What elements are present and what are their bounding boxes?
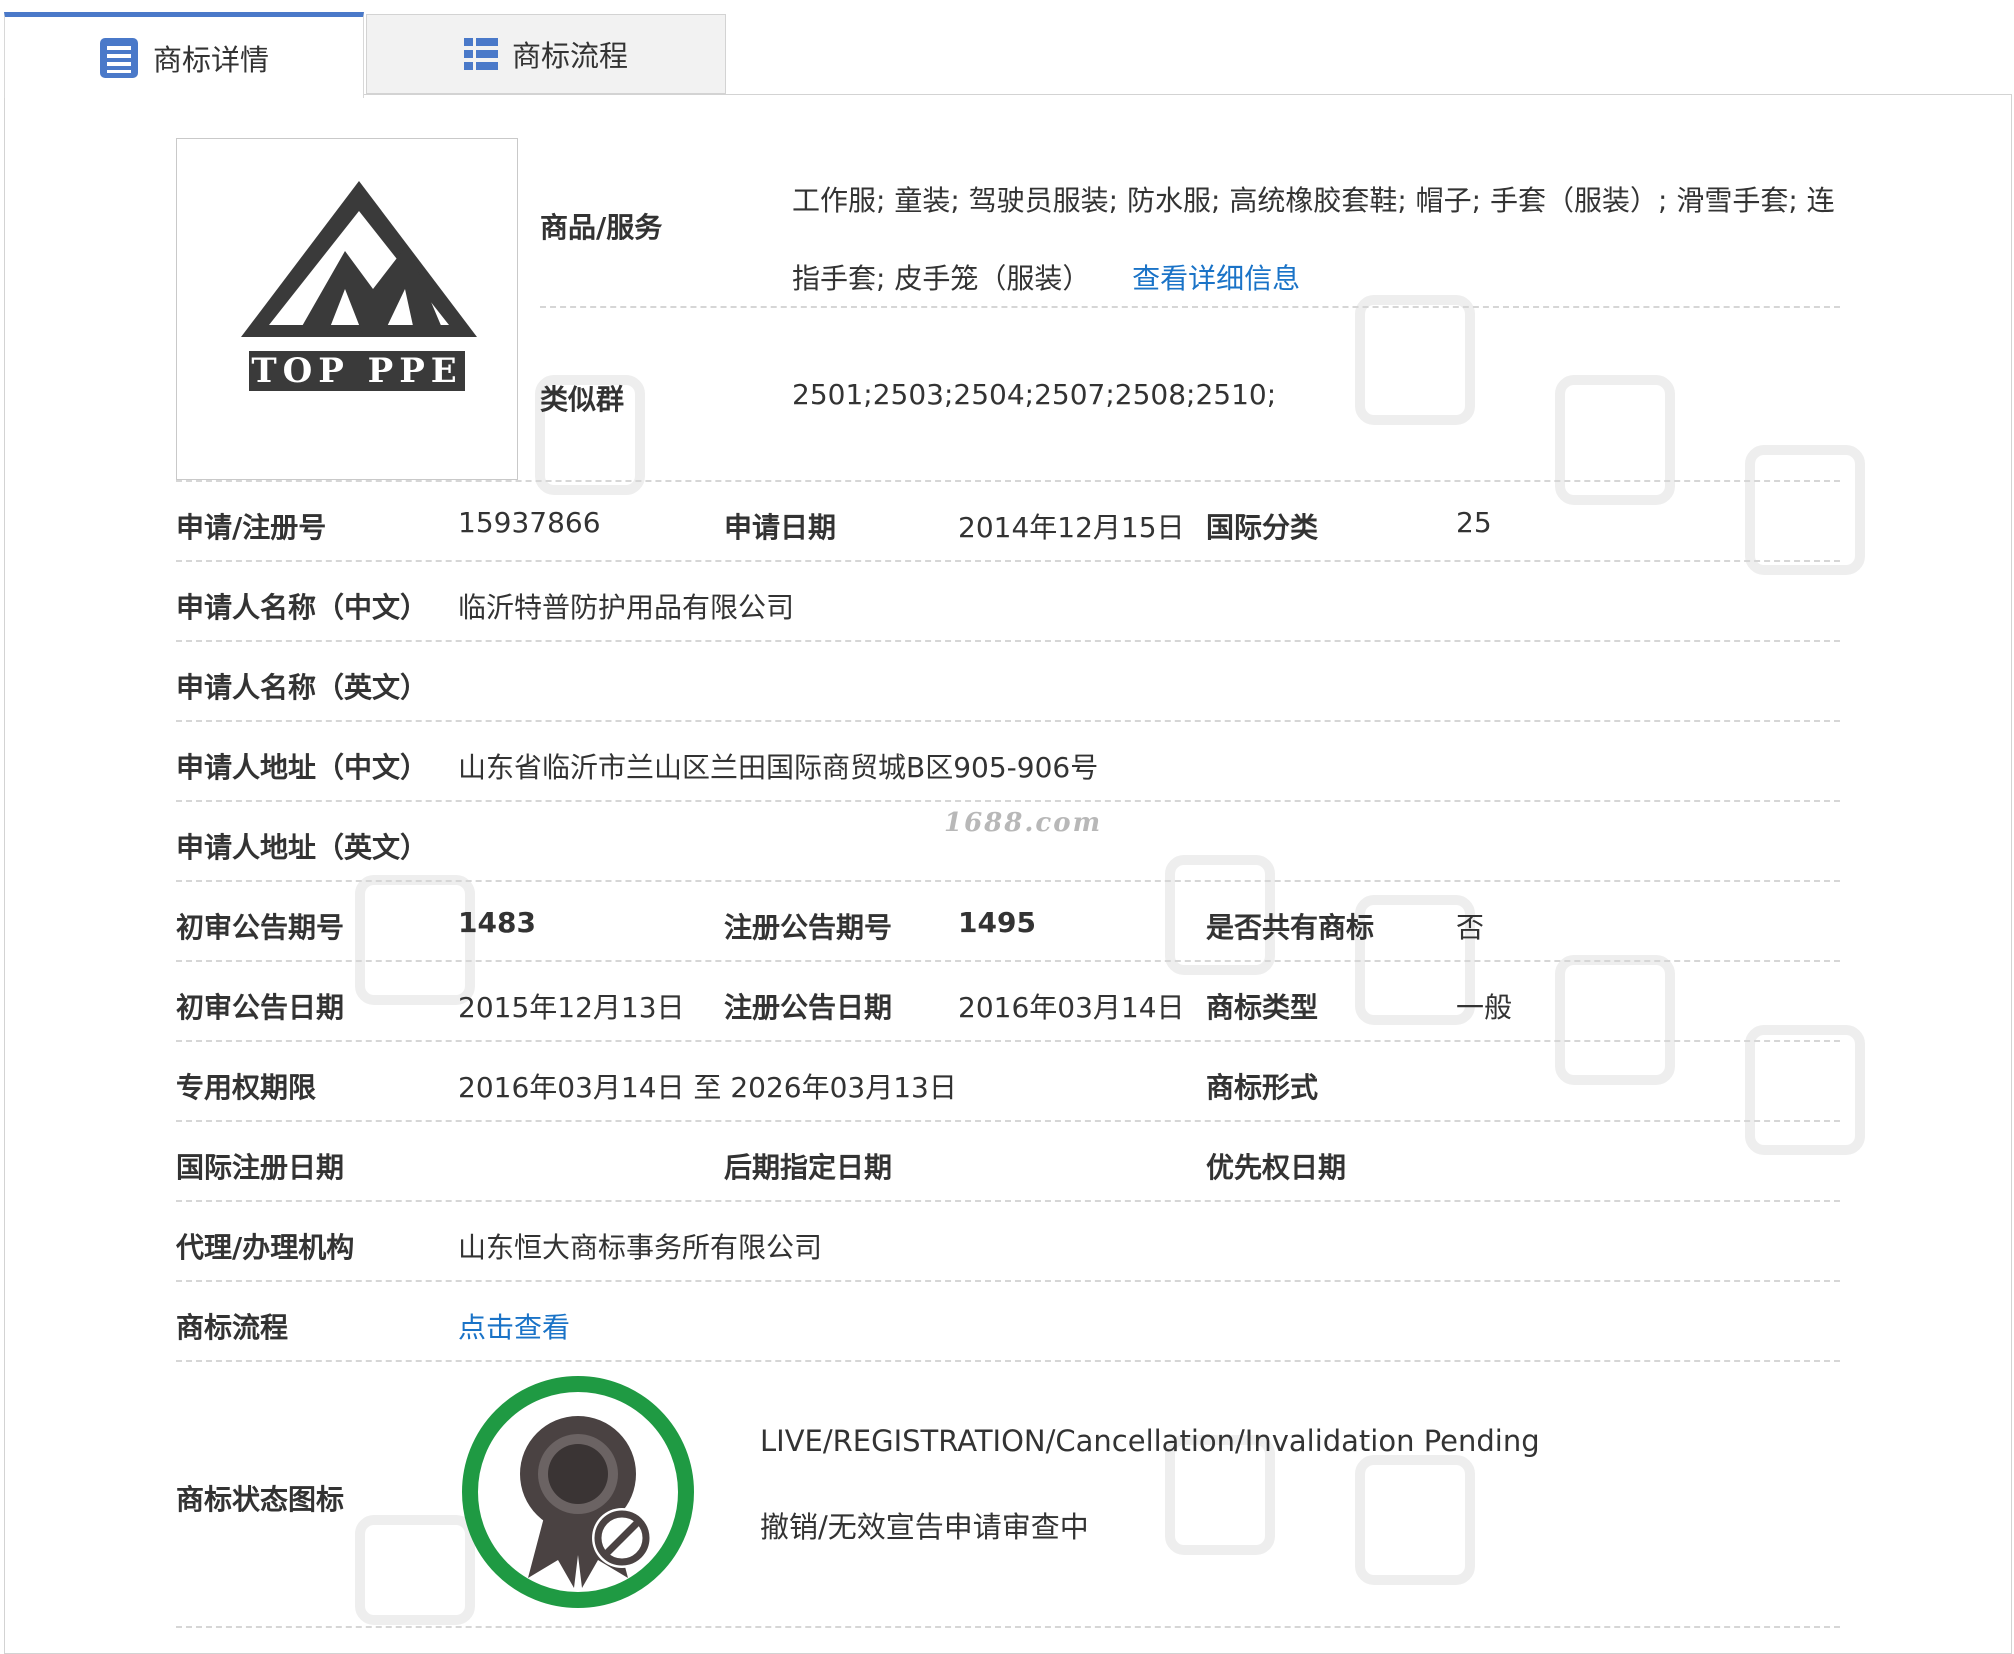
tm-type-label: 商标类型 xyxy=(1206,991,1319,1024)
divider xyxy=(176,1200,1840,1202)
intl-reg-date-label: 国际注册日期 xyxy=(176,1151,345,1184)
reg-no-label: 申请/注册号 xyxy=(176,511,327,544)
agent-value: 山东恒大商标事务所有限公司 xyxy=(458,1231,823,1264)
address-en-label: 申请人地址（英文） xyxy=(176,831,429,864)
applicant-cn-value: 临沂特普防护用品有限公司 xyxy=(458,591,795,624)
logo-text: TOP PPE xyxy=(249,351,465,391)
divider xyxy=(176,960,1840,962)
process-link[interactable]: 点击查看 xyxy=(458,1306,570,1346)
tm-type-value: 一般 xyxy=(1456,991,1513,1024)
status-cn-text: 撤销/无效宣告申请审查中 xyxy=(760,1510,1089,1544)
intl-class-label: 国际分类 xyxy=(1206,511,1319,544)
divider xyxy=(176,560,1840,562)
list-doc-icon xyxy=(99,37,138,78)
address-cn-label: 申请人地址（中文） xyxy=(176,751,429,784)
reg-date-label: 注册公告日期 xyxy=(724,991,893,1024)
reg-date-value: 2016年03月14日 xyxy=(958,991,1185,1024)
prelim-date-label: 初审公告日期 xyxy=(176,991,345,1024)
address-cn-value: 山东省临沂市兰山区兰田国际商贸城B区905-906号 xyxy=(458,751,1099,784)
divider xyxy=(176,880,1840,882)
award-cancel-icon xyxy=(520,1416,652,1588)
divider xyxy=(176,1120,1840,1122)
exclusive-period-label: 专用权期限 xyxy=(176,1071,317,1104)
tab-trademark-detail[interactable]: 商标详情 xyxy=(4,12,364,98)
reg-no-value: 15937866 xyxy=(458,506,601,539)
divider xyxy=(176,1280,1840,1282)
apply-date-label: 申请日期 xyxy=(724,511,837,544)
status-badge xyxy=(462,1376,694,1608)
divider xyxy=(540,306,1840,308)
similar-group-label: 类似群 xyxy=(540,383,625,416)
divider xyxy=(176,1626,1840,1628)
divider xyxy=(176,1040,1840,1042)
goods-label: 商品/服务 xyxy=(540,211,663,244)
later-date-label: 后期指定日期 xyxy=(724,1151,893,1184)
shared-value: 否 xyxy=(1456,911,1485,944)
apply-date-value: 2014年12月15日 xyxy=(958,511,1185,544)
trademark-image: TOP PPE xyxy=(176,138,518,480)
mountain-logo-icon xyxy=(241,181,477,337)
prelim-issue-value: 1483 xyxy=(458,906,536,939)
reg-issue-label: 注册公告期号 xyxy=(724,911,893,944)
divider xyxy=(176,800,1840,802)
tab-label: 商标详情 xyxy=(152,42,269,77)
divider xyxy=(176,480,1840,482)
prelim-date-value: 2015年12月13日 xyxy=(458,991,685,1024)
similar-group-value: 2501;2503;2504;2507;2508;2510; xyxy=(792,378,1277,411)
view-details-link[interactable]: 查看详细信息 xyxy=(1132,262,1300,295)
prelim-issue-label: 初审公告期号 xyxy=(176,911,345,944)
divider xyxy=(176,720,1840,722)
status-label: 商标状态图标 xyxy=(176,1483,345,1516)
process-label: 商标流程 xyxy=(176,1311,289,1344)
applicant-cn-label: 申请人名称（中文） xyxy=(176,591,429,624)
applicant-en-label: 申请人名称（英文） xyxy=(176,671,429,704)
shared-label: 是否共有商标 xyxy=(1206,911,1375,944)
site-watermark: 1688.com xyxy=(944,808,1103,838)
goods-text: 工作服; 童装; 驾驶员服装; 防水服; 高统橡胶套鞋; 帽子; 手套（服装）;… xyxy=(792,184,1835,295)
priority-date-label: 优先权日期 xyxy=(1206,1151,1347,1184)
status-en-text: LIVE/REGISTRATION/Cancellation/Invalidat… xyxy=(760,1424,1540,1458)
divider xyxy=(176,1360,1840,1362)
reg-issue-value: 1495 xyxy=(958,906,1036,939)
tm-form-label: 商标形式 xyxy=(1206,1071,1319,1104)
intl-class-value: 25 xyxy=(1456,506,1492,539)
agent-label: 代理/办理机构 xyxy=(176,1231,355,1264)
divider xyxy=(176,640,1840,642)
goods-value: 工作服; 童装; 驾驶员服装; 防水服; 高统橡胶套鞋; 帽子; 手套（服装）;… xyxy=(792,162,1842,318)
exclusive-period-value: 2016年03月14日 至 2026年03月13日 xyxy=(458,1071,957,1104)
